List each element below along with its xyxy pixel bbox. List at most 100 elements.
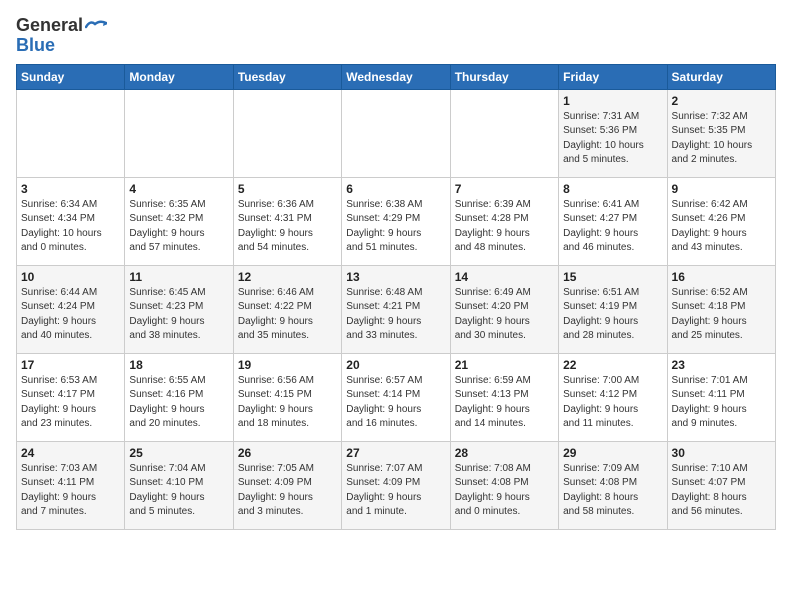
day-number: 26 <box>238 446 337 460</box>
calendar-cell: 17 Sunrise: 6:53 AM Sunset: 4:17 PM Dayli… <box>17 353 125 441</box>
day-number: 22 <box>563 358 662 372</box>
calendar-cell: 24 Sunrise: 7:03 AM Sunset: 4:11 PM Dayli… <box>17 441 125 529</box>
logo-blue: Blue <box>16 36 107 56</box>
calendar-cell: 4 Sunrise: 6:35 AM Sunset: 4:32 PM Daylig… <box>125 177 233 265</box>
day-number: 30 <box>672 446 771 460</box>
calendar-cell: 9 Sunrise: 6:42 AM Sunset: 4:26 PM Daylig… <box>667 177 775 265</box>
day-number: 3 <box>21 182 120 196</box>
day-number: 5 <box>238 182 337 196</box>
day-info: Sunrise: 7:03 AM Sunset: 4:11 PM Dayligh… <box>21 462 120 520</box>
day-number: 20 <box>346 358 445 372</box>
calendar-table: SundayMondayTuesdayWednesdayThursdayFrid… <box>16 64 776 530</box>
day-info: Sunrise: 6:42 AM Sunset: 4:26 PM Dayligh… <box>672 198 771 256</box>
day-info: Sunrise: 7:00 AM Sunset: 4:12 PM Dayligh… <box>563 374 662 432</box>
calendar-cell: 6Sunrise: 6:38 AM Sunset: 4:29 PM Daylig… <box>342 177 450 265</box>
day-info: Sunrise: 6:41 AM Sunset: 4:27 PM Dayligh… <box>563 198 662 256</box>
weekday-header: Monday <box>125 64 233 89</box>
calendar-cell: 1 Sunrise: 7:31 AM Sunset: 5:36 PM Daylig… <box>559 89 667 177</box>
day-number: 25 <box>129 446 228 460</box>
calendar-cell <box>17 89 125 177</box>
day-number: 12 <box>238 270 337 284</box>
calendar-cell: 10 Sunrise: 6:44 AM Sunset: 4:24 PM Dayli… <box>17 265 125 353</box>
day-info: Sunrise: 6:35 AM Sunset: 4:32 PM Dayligh… <box>129 198 228 256</box>
day-number: 18 <box>129 358 228 372</box>
calendar-cell: 20 Sunrise: 6:57 AM Sunset: 4:14 PM Dayli… <box>342 353 450 441</box>
day-info: Sunrise: 6:45 AM Sunset: 4:23 PM Dayligh… <box>129 286 228 344</box>
calendar-cell: 23 Sunrise: 7:01 AM Sunset: 4:11 PM Dayli… <box>667 353 775 441</box>
day-info: Sunrise: 7:10 AM Sunset: 4:07 PM Dayligh… <box>672 462 771 520</box>
day-number: 17 <box>21 358 120 372</box>
day-number: 7 <box>455 182 554 196</box>
weekday-header: Saturday <box>667 64 775 89</box>
day-number: 1 <box>563 94 662 108</box>
day-number: 9 <box>672 182 771 196</box>
calendar-cell: 28 Sunrise: 7:08 AM Sunset: 4:08 PM Dayli… <box>450 441 558 529</box>
weekday-header: Friday <box>559 64 667 89</box>
day-number: 24 <box>21 446 120 460</box>
day-number: 19 <box>238 358 337 372</box>
calendar-cell <box>125 89 233 177</box>
day-number: 23 <box>672 358 771 372</box>
calendar-cell: 8 Sunrise: 6:41 AM Sunset: 4:27 PM Daylig… <box>559 177 667 265</box>
day-info: Sunrise: 6:51 AM Sunset: 4:19 PM Dayligh… <box>563 286 662 344</box>
day-info: Sunrise: 6:55 AM Sunset: 4:16 PM Dayligh… <box>129 374 228 432</box>
day-info: Sunrise: 7:31 AM Sunset: 5:36 PM Dayligh… <box>563 110 662 168</box>
calendar-cell: 11 Sunrise: 6:45 AM Sunset: 4:23 PM Dayli… <box>125 265 233 353</box>
day-info: Sunrise: 6:52 AM Sunset: 4:18 PM Dayligh… <box>672 286 771 344</box>
day-info: Sunrise: 6:46 AM Sunset: 4:22 PM Dayligh… <box>238 286 337 344</box>
day-info: Sunrise: 6:59 AM Sunset: 4:13 PM Dayligh… <box>455 374 554 432</box>
calendar-cell: 19 Sunrise: 6:56 AM Sunset: 4:15 PM Dayli… <box>233 353 341 441</box>
day-number: 28 <box>455 446 554 460</box>
day-number: 16 <box>672 270 771 284</box>
day-number: 13 <box>346 270 445 284</box>
calendar-cell: 21 Sunrise: 6:59 AM Sunset: 4:13 PM Dayli… <box>450 353 558 441</box>
calendar-cell: 7 Sunrise: 6:39 AM Sunset: 4:28 PM Daylig… <box>450 177 558 265</box>
day-number: 14 <box>455 270 554 284</box>
calendar-cell: 29Sunrise: 7:09 AM Sunset: 4:08 PM Dayli… <box>559 441 667 529</box>
day-info: Sunrise: 6:56 AM Sunset: 4:15 PM Dayligh… <box>238 374 337 432</box>
header: General Blue <box>16 16 776 56</box>
day-info: Sunrise: 6:48 AM Sunset: 4:21 PM Dayligh… <box>346 286 445 344</box>
day-number: 21 <box>455 358 554 372</box>
calendar-cell: 26Sunrise: 7:05 AM Sunset: 4:09 PM Dayli… <box>233 441 341 529</box>
day-info: Sunrise: 6:49 AM Sunset: 4:20 PM Dayligh… <box>455 286 554 344</box>
day-number: 8 <box>563 182 662 196</box>
day-info: Sunrise: 7:04 AM Sunset: 4:10 PM Dayligh… <box>129 462 228 520</box>
day-number: 27 <box>346 446 445 460</box>
day-number: 4 <box>129 182 228 196</box>
day-info: Sunrise: 6:39 AM Sunset: 4:28 PM Dayligh… <box>455 198 554 256</box>
logo-bird-icon <box>85 19 107 33</box>
day-info: Sunrise: 7:01 AM Sunset: 4:11 PM Dayligh… <box>672 374 771 432</box>
calendar-cell: 15 Sunrise: 6:51 AM Sunset: 4:19 PM Dayli… <box>559 265 667 353</box>
day-number: 11 <box>129 270 228 284</box>
day-info: Sunrise: 7:08 AM Sunset: 4:08 PM Dayligh… <box>455 462 554 520</box>
weekday-header: Thursday <box>450 64 558 89</box>
day-info: Sunrise: 6:36 AM Sunset: 4:31 PM Dayligh… <box>238 198 337 256</box>
day-info: Sunrise: 7:32 AM Sunset: 5:35 PM Dayligh… <box>672 110 771 168</box>
day-number: 2 <box>672 94 771 108</box>
calendar-cell: 14 Sunrise: 6:49 AM Sunset: 4:20 PM Dayli… <box>450 265 558 353</box>
day-info: Sunrise: 6:44 AM Sunset: 4:24 PM Dayligh… <box>21 286 120 344</box>
calendar-cell: 30 Sunrise: 7:10 AM Sunset: 4:07 PM Dayli… <box>667 441 775 529</box>
calendar-cell <box>342 89 450 177</box>
calendar-cell: 18 Sunrise: 6:55 AM Sunset: 4:16 PM Dayli… <box>125 353 233 441</box>
calendar-cell: 3 Sunrise: 6:34 AM Sunset: 4:34 PM Daylig… <box>17 177 125 265</box>
logo: General Blue <box>16 16 107 56</box>
calendar-cell: 22 Sunrise: 7:00 AM Sunset: 4:12 PM Dayli… <box>559 353 667 441</box>
calendar-cell: 27 Sunrise: 7:07 AM Sunset: 4:09 PM Dayli… <box>342 441 450 529</box>
calendar-cell <box>450 89 558 177</box>
day-info: Sunrise: 6:57 AM Sunset: 4:14 PM Dayligh… <box>346 374 445 432</box>
day-info: Sunrise: 7:07 AM Sunset: 4:09 PM Dayligh… <box>346 462 445 520</box>
weekday-header: Sunday <box>17 64 125 89</box>
day-number: 10 <box>21 270 120 284</box>
weekday-header: Tuesday <box>233 64 341 89</box>
calendar-cell: 2 Sunrise: 7:32 AM Sunset: 5:35 PM Daylig… <box>667 89 775 177</box>
calendar-cell: 25 Sunrise: 7:04 AM Sunset: 4:10 PM Dayli… <box>125 441 233 529</box>
calendar-cell <box>233 89 341 177</box>
day-info: Sunrise: 7:09 AM Sunset: 4:08 PM Dayligh… <box>563 462 662 520</box>
logo-general: General <box>16 16 83 36</box>
day-info: Sunrise: 6:34 AM Sunset: 4:34 PM Dayligh… <box>21 198 120 256</box>
logo-container: General Blue <box>16 16 107 56</box>
day-number: 15 <box>563 270 662 284</box>
day-info: Sunrise: 6:53 AM Sunset: 4:17 PM Dayligh… <box>21 374 120 432</box>
